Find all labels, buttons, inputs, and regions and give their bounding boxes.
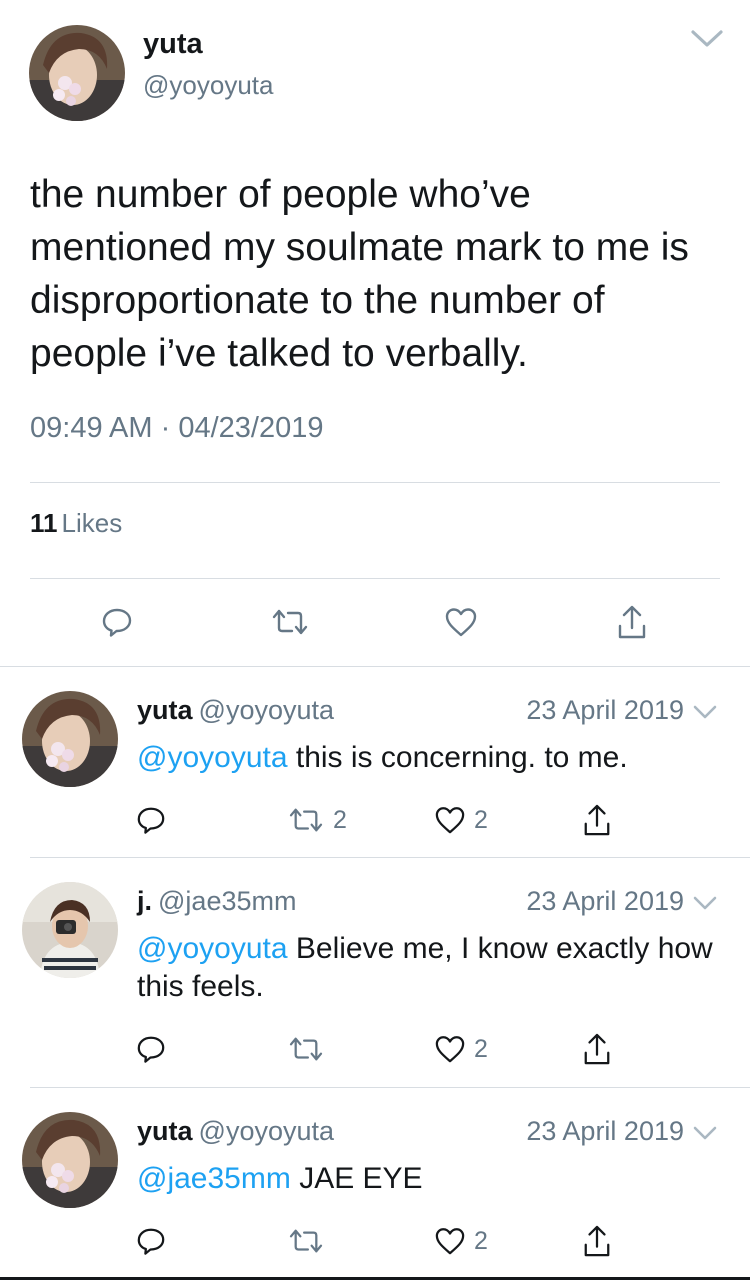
like-button[interactable]: 2 — [434, 1216, 488, 1266]
like-button[interactable] — [444, 597, 478, 647]
meta-separator: · — [160, 412, 179, 444]
reply-date: 23 April 2019 — [526, 886, 684, 916]
chevron-down-icon[interactable] — [692, 1124, 718, 1142]
reply-body: JAE EYE — [299, 1162, 423, 1195]
like-button[interactable]: 2 — [434, 795, 488, 845]
mention-link[interactable]: @yoyoyuta — [137, 741, 288, 774]
divider — [30, 482, 720, 483]
chevron-down-icon[interactable] — [692, 703, 718, 721]
reply-action-bar: 2 — [0, 1024, 750, 1074]
reply-button[interactable] — [136, 1024, 166, 1074]
reply-author-handle: @yoyoyuta — [198, 695, 335, 725]
avatar[interactable] — [22, 1112, 118, 1208]
reply-button[interactable] — [101, 597, 133, 647]
reply-author-handle: @yoyoyuta — [198, 1116, 335, 1146]
mention-link[interactable]: @yoyoyuta — [137, 932, 288, 965]
heart-icon — [434, 1226, 466, 1256]
divider — [30, 578, 720, 579]
reply-icon — [136, 805, 166, 835]
reply-button[interactable] — [136, 795, 166, 845]
like-count: 2 — [474, 1034, 488, 1063]
author-name[interactable]: yuta — [143, 28, 203, 61]
reply-author[interactable]: yuta @yoyoyuta — [137, 695, 334, 726]
share-button[interactable] — [616, 597, 648, 647]
tweet-date: 04/23/2019 — [178, 412, 324, 444]
retweet-button[interactable] — [270, 597, 310, 647]
mention-link[interactable]: @jae35mm — [137, 1162, 291, 1195]
reply-date: 23 April 2019 — [526, 695, 684, 725]
share-button[interactable] — [582, 1216, 612, 1266]
retweet-button[interactable]: 2 — [287, 795, 347, 845]
share-button[interactable] — [582, 1024, 612, 1074]
retweet-button[interactable] — [287, 1024, 325, 1074]
reply-icon — [136, 1034, 166, 1064]
likes-count: 11 — [30, 508, 58, 538]
retweet-icon — [270, 606, 310, 638]
share-button[interactable] — [582, 795, 612, 845]
share-icon — [616, 604, 648, 640]
main-tweet: yuta @yoyoyuta the number of people who’… — [0, 0, 750, 667]
retweet-button[interactable] — [287, 1216, 325, 1266]
reply-tweet: yuta @yoyoyuta 23 April 2019 @yoyoyuta th… — [0, 667, 750, 857]
retweet-icon — [287, 1226, 325, 1256]
reply-author-name: j. — [137, 886, 153, 916]
avatar[interactable] — [29, 25, 125, 121]
reply-icon — [101, 606, 133, 638]
reply-text: @jae35mm JAE EYE — [137, 1160, 727, 1198]
main-action-bar — [0, 597, 750, 647]
reply-author[interactable]: j. @jae35mm — [137, 886, 296, 917]
reply-action-bar: 2 2 — [0, 795, 750, 845]
chevron-down-icon[interactable] — [690, 28, 724, 50]
reply-author[interactable]: yuta @yoyoyuta — [137, 1116, 334, 1147]
share-icon — [582, 803, 612, 837]
heart-icon — [434, 1034, 466, 1064]
reply-author-name: yuta — [137, 1116, 193, 1146]
like-count: 2 — [474, 805, 488, 834]
reply-body: this is concerning. to me. — [295, 741, 628, 774]
likes-label: Likes — [61, 508, 123, 538]
reply-action-bar: 2 — [0, 1216, 750, 1266]
avatar[interactable] — [22, 691, 118, 787]
reply-tweet: j. @jae35mm 23 April 2019 @yoyoyuta Belie… — [0, 858, 750, 1087]
chevron-down-icon[interactable] — [692, 894, 718, 912]
reply-button[interactable] — [136, 1216, 166, 1266]
tweet-time: 09:49 AM — [30, 412, 153, 444]
like-button[interactable]: 2 — [434, 1024, 488, 1074]
tweet-text: the number of people who’ve mentioned my… — [30, 173, 689, 375]
reply-tweet: yuta @yoyoyuta 23 April 2019 @jae35mm JAE… — [0, 1088, 750, 1280]
reply-text: @yoyoyuta this is concerning. to me. — [137, 739, 727, 777]
avatar[interactable] — [22, 882, 118, 978]
like-count: 2 — [474, 1226, 488, 1255]
share-icon — [582, 1224, 612, 1258]
retweet-count: 2 — [333, 805, 347, 834]
heart-icon — [444, 606, 478, 638]
likes-summary[interactable]: 11 Likes — [30, 508, 122, 539]
author-handle[interactable]: @yoyoyuta — [143, 70, 273, 101]
reply-date: 23 April 2019 — [526, 1116, 684, 1146]
reply-icon — [136, 1226, 166, 1256]
reply-author-handle: @jae35mm — [158, 886, 297, 916]
reply-author-name: yuta — [137, 695, 193, 725]
heart-icon — [434, 805, 466, 835]
retweet-icon — [287, 805, 325, 835]
share-icon — [582, 1032, 612, 1066]
tweet-timestamp: 09:49 AM · 04/23/2019 — [30, 412, 323, 445]
reply-text: @yoyoyuta Believe me, I know exactly how… — [137, 930, 727, 1006]
retweet-icon — [287, 1034, 325, 1064]
